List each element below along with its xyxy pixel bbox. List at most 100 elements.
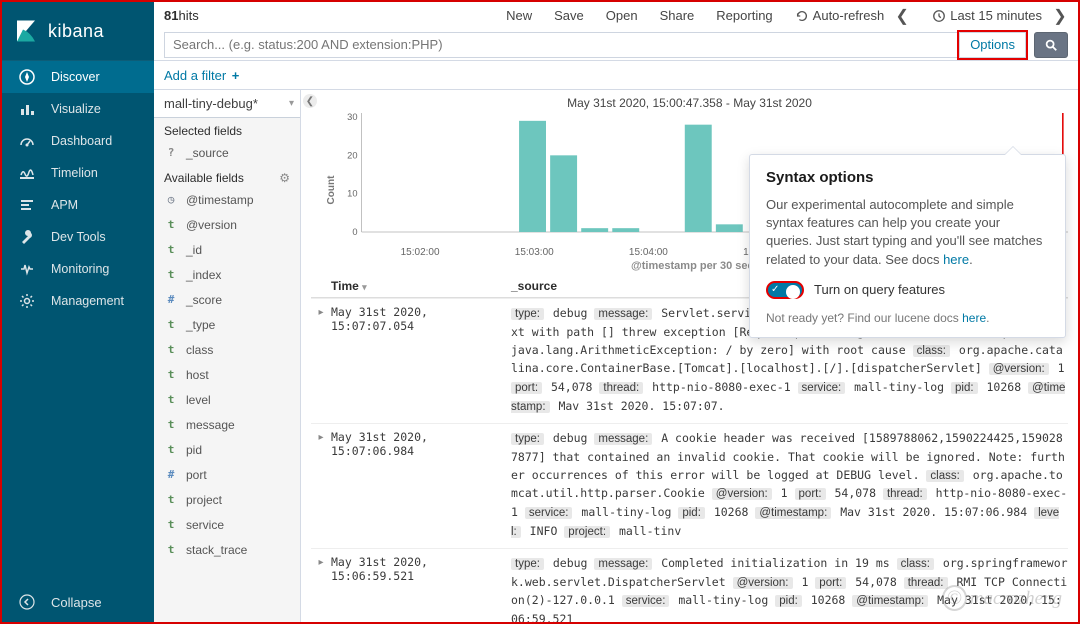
- main: 81 hits New Save Open Share Reporting Au…: [154, 2, 1078, 622]
- field-name: level: [186, 393, 211, 407]
- svg-text:20: 20: [347, 150, 357, 160]
- results-column: ❮ May 31st 2020, 15:00:47.358 - May 31st…: [301, 90, 1078, 622]
- top-open[interactable]: Open: [606, 8, 638, 23]
- add-filter-link[interactable]: Add a filter +: [164, 68, 239, 83]
- gear-icon: [19, 293, 35, 309]
- field-type-icon: t: [164, 493, 178, 506]
- expand-row-caret[interactable]: ▸: [311, 555, 331, 622]
- selected-fields-header: Selected fields: [154, 118, 300, 140]
- field-item[interactable]: ◷ @timestamp: [154, 187, 300, 212]
- top-reporting[interactable]: Reporting: [716, 8, 772, 23]
- kibana-logo-icon: [14, 19, 38, 43]
- sidebar: kibana Discover Visualize Dashboard Time…: [2, 2, 154, 622]
- svg-text:30: 30: [347, 112, 357, 122]
- search-button[interactable]: [1034, 32, 1068, 58]
- time-column-header[interactable]: Time ▾: [331, 279, 511, 293]
- fields-settings-icon[interactable]: ⚙: [279, 171, 290, 185]
- sidebar-item-visualize[interactable]: Visualize: [2, 93, 154, 125]
- field-item[interactable]: tproject: [154, 487, 300, 512]
- field-item[interactable]: t@version: [154, 212, 300, 237]
- field-item[interactable]: t_index: [154, 262, 300, 287]
- sidebar-item-label: Visualize: [51, 102, 101, 116]
- index-pattern-select[interactable]: mall-tiny-debug* ▾: [154, 90, 300, 118]
- field-item[interactable]: tclass: [154, 337, 300, 362]
- wrench-icon: [19, 229, 35, 245]
- field-type-icon: #: [164, 293, 178, 306]
- top-share[interactable]: Share: [660, 8, 695, 23]
- top-new[interactable]: New: [506, 8, 532, 23]
- field-item[interactable]: tpid: [154, 437, 300, 462]
- popover-title: Syntax options: [766, 169, 1049, 186]
- top-autorefresh[interactable]: Auto-refresh: [795, 8, 885, 23]
- field-name: class: [186, 343, 213, 357]
- table-row: ▸May 31st 2020, 15:07:06.984type: debug …: [311, 423, 1068, 548]
- field-type-icon: t: [164, 393, 178, 406]
- field-type-icon: ?: [164, 146, 178, 159]
- field-type-icon: t: [164, 318, 178, 331]
- search-row: Options: [154, 30, 1078, 60]
- field-name: stack_trace: [186, 543, 247, 557]
- row-time: May 31st 2020, 15:07:06.984: [331, 430, 511, 542]
- sidebar-item-label: Management: [51, 294, 124, 308]
- lucene-docs-link[interactable]: here: [962, 311, 986, 325]
- field-type-icon: t: [164, 418, 178, 431]
- next-range[interactable]: ❯: [1052, 6, 1068, 26]
- field-name: _index: [186, 268, 221, 282]
- field-type-icon: t: [164, 368, 178, 381]
- field-type-icon: #: [164, 468, 178, 481]
- popover-body: Our experimental autocomplete and simple…: [766, 196, 1049, 269]
- field-item[interactable]: t_id: [154, 237, 300, 262]
- chart-ylabel: Count: [326, 175, 337, 204]
- available-fields-header: Available fields ⚙: [154, 165, 300, 187]
- sidebar-item-discover[interactable]: Discover: [2, 61, 154, 93]
- field-name: _source: [186, 146, 229, 160]
- field-item[interactable]: t message: [154, 412, 300, 437]
- field-item[interactable]: tstack_trace: [154, 537, 300, 562]
- field-name: message: [186, 418, 235, 432]
- expand-row-caret[interactable]: ▸: [311, 430, 331, 542]
- date-range-label: May 31st 2020, 15:00:47.358 - May 31st 2…: [311, 90, 1068, 112]
- search-input[interactable]: [164, 32, 957, 58]
- caret-down-icon: ▾: [289, 98, 294, 109]
- toggle-row: ✓ Turn on query features: [766, 281, 1049, 299]
- field-name: pid: [186, 443, 202, 457]
- popover-footer: Not ready yet? Find our lucene docs here…: [766, 311, 1049, 325]
- collapse-button[interactable]: Collapse: [2, 582, 154, 622]
- top-save[interactable]: Save: [554, 8, 584, 23]
- sidebar-item-apm[interactable]: APM: [2, 189, 154, 221]
- svg-text:10: 10: [347, 189, 357, 199]
- sidebar-item-monitoring[interactable]: Monitoring: [2, 253, 154, 285]
- top-range[interactable]: Last 15 minutes: [932, 8, 1042, 23]
- query-features-toggle[interactable]: ✓: [766, 281, 804, 299]
- field-name: service: [186, 518, 224, 532]
- field-type-icon: ◷: [164, 193, 178, 206]
- sidebar-item-management[interactable]: Management: [2, 285, 154, 317]
- topbar: 81 hits New Save Open Share Reporting Au…: [154, 2, 1078, 61]
- logo[interactable]: kibana: [2, 2, 154, 61]
- field-type-icon: t: [164, 343, 178, 356]
- field-item[interactable]: ? _source: [154, 140, 300, 165]
- field-item[interactable]: thost: [154, 362, 300, 387]
- options-button[interactable]: Options: [959, 32, 1026, 58]
- collapse-label: Collapse: [51, 595, 102, 610]
- sidebar-item-label: Dev Tools: [51, 230, 106, 244]
- field-item[interactable]: t service: [154, 512, 300, 537]
- field-type-icon: t: [164, 518, 178, 531]
- heartbeat-icon: [19, 261, 35, 277]
- sidebar-item-timelion[interactable]: Timelion: [2, 157, 154, 189]
- field-item[interactable]: tlevel: [154, 387, 300, 412]
- field-name: @timestamp: [186, 193, 254, 207]
- prev-range[interactable]: ❮: [894, 6, 910, 26]
- field-item[interactable]: t_type: [154, 312, 300, 337]
- expand-row-caret[interactable]: ▸: [311, 305, 331, 417]
- svg-text:0: 0: [352, 227, 357, 237]
- field-item[interactable]: #_score: [154, 287, 300, 312]
- collapse-fields-handle[interactable]: ❮: [303, 94, 317, 108]
- sidebar-item-devtools[interactable]: Dev Tools: [2, 221, 154, 253]
- sidebar-item-label: APM: [51, 198, 78, 212]
- sidebar-item-dashboard[interactable]: Dashboard: [2, 125, 154, 157]
- sidebar-item-label: Monitoring: [51, 262, 109, 276]
- row-time: May 31st 2020, 15:06:59.521: [331, 555, 511, 622]
- docs-link[interactable]: here: [943, 252, 969, 267]
- field-item[interactable]: #port: [154, 462, 300, 487]
